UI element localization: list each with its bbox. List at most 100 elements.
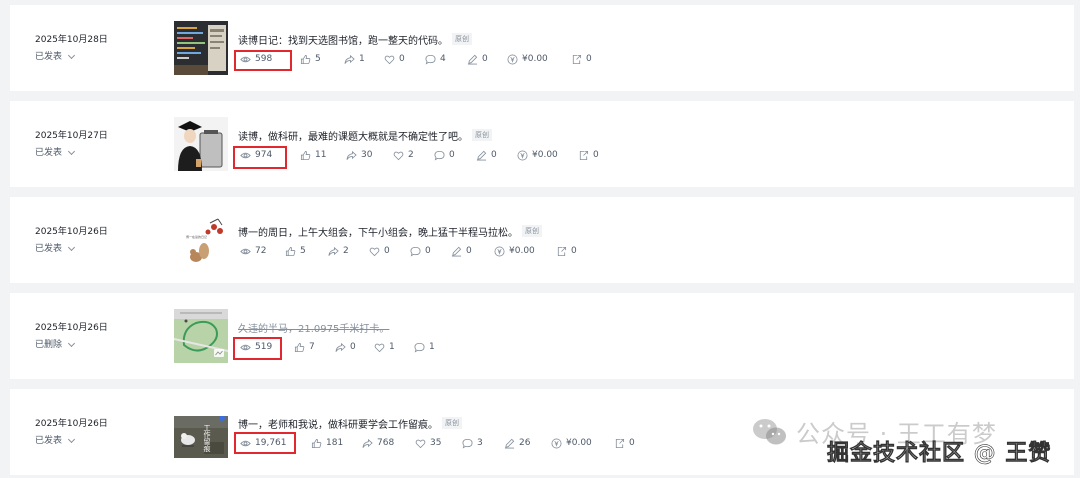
post-title[interactable]: 久违的半马，21.0975千米打卡。 (238, 320, 389, 335)
comments-count: 1 (429, 342, 435, 352)
post-card[interactable]: 2025年10月26日 已删除 久违的半马，21.0975千米打卡。 519 7… (10, 293, 1074, 379)
original-badge: 原创 (522, 225, 542, 237)
post-thumbnail[interactable]: 工作留痕 (174, 416, 228, 458)
comment-icon (462, 438, 473, 449)
status-dropdown[interactable]: 已发表 (35, 51, 108, 63)
heart-icon (374, 343, 385, 352)
views-stat: 72 (240, 244, 266, 258)
post-title[interactable]: 读博日记：找到天选图书馆，跑一整天的代码。 (238, 32, 448, 47)
favorites-stat: 35 (415, 436, 441, 450)
pen-icon (467, 54, 478, 64)
exports-stat: 0 (571, 52, 592, 66)
chevron-down-icon (67, 51, 76, 60)
views-count: 72 (255, 246, 267, 256)
post-thumbnail[interactable] (174, 117, 228, 171)
edits-count: 0 (482, 54, 488, 64)
pen-icon (504, 438, 515, 448)
reward-stat: ¥0.00 (507, 52, 548, 66)
heart-icon (393, 151, 404, 160)
comments-stat: 4 (425, 52, 446, 66)
heart-icon (369, 247, 380, 256)
edits-count: 0 (491, 150, 497, 160)
status-dropdown[interactable]: 已发表 (35, 435, 108, 447)
export-icon (572, 54, 582, 64)
favorites-count: 1 (389, 342, 395, 352)
original-badge: 原创 (442, 417, 462, 429)
shares-stat: 1 (344, 52, 365, 66)
status-dropdown[interactable]: 已删除 (35, 339, 108, 351)
reward-amount: ¥0.00 (509, 246, 535, 256)
comment-icon (425, 54, 436, 65)
shares-count: 2 (343, 246, 349, 256)
likes-stat: 11 (300, 148, 326, 162)
exports-count: 0 (586, 54, 592, 64)
post-title[interactable]: 博一，老师和我说，做科研要学会工作留痕。 (238, 416, 438, 431)
yuan-icon (517, 150, 528, 160)
edits-stat: 0 (476, 148, 497, 162)
watermark-source: 掘金技术社区 @ 王赞 (827, 441, 1052, 467)
likes-stat: 5 (300, 52, 321, 66)
exports-count: 0 (629, 438, 635, 448)
exports-count: 0 (593, 150, 599, 160)
share-icon (335, 342, 346, 352)
post-title[interactable]: 读博，做科研，最难的课题大概就是不确定性了吧。 (238, 128, 468, 143)
post-card[interactable]: 2025年10月27日 已发表 读博，做科研，最难的课题大概就是不确定性了吧。 … (10, 101, 1074, 187)
reward-stat: ¥0.00 (551, 436, 592, 450)
thumbnail-caption: 工作留痕 (203, 424, 211, 452)
post-status: 已发表 (35, 436, 63, 446)
status-dropdown[interactable]: 已发表 (35, 243, 108, 255)
views-highlight-box (234, 432, 296, 454)
pen-icon (451, 246, 462, 256)
thumbs-up-icon (294, 342, 305, 352)
original-badge: 原创 (452, 33, 472, 45)
chevron-down-icon (67, 243, 76, 252)
views-highlight-box (233, 146, 287, 169)
likes-stat: 181 (311, 436, 343, 450)
thumbs-up-icon (300, 54, 311, 64)
chevron-down-icon (67, 147, 76, 156)
likes-count: 5 (300, 246, 306, 256)
favorites-stat: 2 (393, 148, 414, 162)
heart-icon (384, 55, 395, 64)
thumbs-up-icon (285, 246, 296, 256)
post-status: 已发表 (35, 52, 63, 62)
post-thumbnail[interactable] (174, 309, 228, 363)
post-status: 已删除 (35, 340, 63, 350)
edits-stat: 0 (467, 52, 488, 66)
exports-count: 0 (571, 246, 577, 256)
post-title[interactable]: 博一的周日，上午大组会，下午小组会，晚上猛干半程马拉松。 (238, 224, 518, 239)
likes-stat: 5 (285, 244, 306, 258)
comments-stat: 3 (462, 436, 483, 450)
post-date: 2025年10月27日 (35, 131, 108, 141)
share-icon (344, 54, 355, 64)
comments-count: 3 (477, 438, 483, 448)
share-icon (328, 246, 339, 256)
pen-icon (476, 150, 487, 160)
post-card[interactable]: 2025年10月26日 已发表 博一在读的日记 博一的周日，上午大组会，下午小组… (10, 197, 1074, 283)
post-date: 2025年10月26日 (35, 227, 108, 237)
favorites-count: 35 (430, 438, 442, 448)
post-date: 2025年10月26日 (35, 323, 108, 333)
status-dropdown[interactable]: 已发表 (35, 147, 108, 159)
favorites-stat: 1 (374, 340, 395, 354)
comment-icon (410, 246, 421, 257)
shares-count: 0 (350, 342, 356, 352)
post-thumbnail[interactable]: 博一在读的日记 (174, 213, 228, 267)
comments-stat: 0 (434, 148, 455, 162)
likes-count: 5 (315, 54, 321, 64)
shares-count: 1 (359, 54, 365, 64)
comments-count: 0 (425, 246, 431, 256)
chevron-down-icon (67, 435, 76, 444)
shares-stat: 768 (362, 436, 394, 450)
post-thumbnail[interactable] (174, 21, 228, 75)
heart-icon (415, 439, 426, 448)
reward-amount: ¥0.00 (532, 150, 558, 160)
original-badge: 原创 (472, 129, 492, 141)
likes-count: 7 (309, 342, 315, 352)
comments-count: 4 (440, 54, 446, 64)
comments-count: 0 (449, 150, 455, 160)
shares-stat: 2 (328, 244, 349, 258)
post-date: 2025年10月28日 (35, 35, 108, 45)
favorites-stat: 0 (369, 244, 390, 258)
post-card[interactable]: 2025年10月28日 已发表 读博日记：找到天选图书馆，跑一整天的代码。 原创… (10, 5, 1074, 91)
